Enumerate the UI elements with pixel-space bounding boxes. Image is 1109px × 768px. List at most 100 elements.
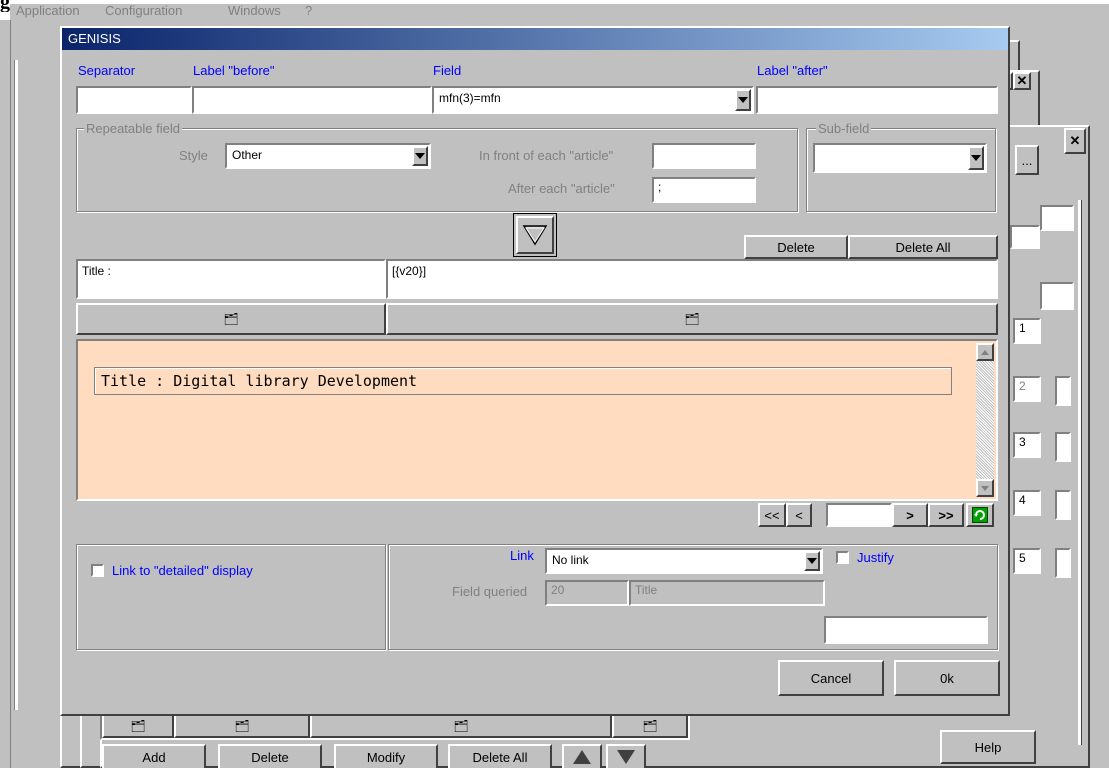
in-front-input[interactable] [652,143,756,169]
properties-icon: 🗂 [130,719,146,733]
bg-help-button[interactable]: Help [940,730,1036,764]
style-combobox[interactable]: Other [225,143,431,169]
justify-checkbox-box[interactable] [836,551,849,564]
nav-page-input[interactable] [826,503,892,527]
ok-button[interactable]: 0k [894,660,1000,696]
triangle-up-icon [573,750,591,764]
properties-icon: 🗂 [684,312,700,326]
bg-delete-all-button[interactable]: Delete All [448,744,552,768]
link-combobox-value: No link [552,553,589,567]
row-expression-input[interactable]: [{v20}] [386,259,998,299]
field-label: Field [433,63,462,78]
chevron-down-icon [807,558,817,564]
menu-item-configuration[interactable]: Configuration [105,3,182,18]
bg-add-button[interactable]: Add [102,744,206,768]
bg-modify-button[interactable]: Modify [334,744,438,768]
bg-field-r3[interactable] [1055,490,1071,520]
bg-col-prop-2[interactable]: 🗂 [174,714,310,738]
label-before-label: Label "before" [193,63,275,78]
preview-area: Title : Digital library Development [76,339,998,501]
refresh-button[interactable] [966,503,994,527]
subfield-combobox-value [816,146,824,150]
close-icon: ✕ [1016,73,1028,88]
bg-number-5[interactable]: 5 [1013,548,1041,574]
refresh-icon [972,507,988,523]
preview-row: Title : Digital library Development [94,367,952,395]
bg-delete-button[interactable]: Delete [218,744,322,768]
scroll-down-button[interactable] [976,479,994,497]
bg-window-right-edge [1078,200,1082,745]
repeatable-field-group-label: Repeatable field [84,121,182,136]
style-label: Style [179,148,208,163]
subfield-combobox[interactable] [813,143,987,173]
nav-prev-button[interactable]: < [786,503,812,527]
left-frame-edge [0,20,11,768]
bg-ellipsis-button[interactable]: ... [1015,145,1039,175]
add-row-button[interactable] [513,213,557,257]
cancel-button[interactable]: Cancel [778,660,884,696]
bg-number-2[interactable]: 2 [1013,376,1041,402]
menu-item-application[interactable]: Application [16,3,80,18]
delete-button[interactable]: Delete [744,235,848,259]
left-frame-line [14,60,18,710]
menu-item-windows[interactable]: Windows [228,3,281,18]
field-combobox-dropdown-button[interactable] [735,89,751,111]
arrow-up-icon [981,349,989,355]
extra-input[interactable] [824,616,988,644]
bg-window-2-close-button[interactable]: ✕ [1013,72,1031,90]
subfield-combobox-dropdown-button[interactable] [968,146,984,170]
scroll-up-button[interactable] [976,343,994,361]
link-detailed-checkbox[interactable]: Link to "detailed" display [91,563,253,578]
subfield-group-label: Sub-field [816,121,872,136]
menu-item-help[interactable]: ? [305,3,312,18]
dialog-title-bar[interactable]: GENISIS [62,28,1008,50]
bg-field-r2[interactable] [1055,432,1071,462]
nav-first-button[interactable]: << [758,503,786,527]
label-properties-button[interactable]: 🗂 [76,303,386,335]
bg-window-3-close-button[interactable]: ✕ [1064,128,1086,154]
justify-checkbox[interactable]: Justify [836,550,894,565]
triangle-down-icon [522,225,548,246]
bg-field-r4[interactable] [1055,548,1071,578]
bg-move-up-button[interactable] [562,744,602,768]
preview-scrollbar[interactable] [976,343,994,497]
label-after-input[interactable] [756,86,998,114]
chevron-down-icon [415,153,425,159]
nav-next-button[interactable]: > [892,503,928,527]
preview-text: Title : Digital library Development [101,372,418,390]
bg-col-prop-4[interactable]: 🗂 [612,714,688,738]
field-queried-label: Field queried [452,584,528,599]
link-combobox-dropdown-button[interactable] [804,551,820,571]
properties-icon: 🗂 [453,719,469,733]
bg-field-c[interactable] [1040,282,1074,310]
bg-col-prop-3[interactable]: 🗂 [310,714,612,738]
bg-field-r1[interactable] [1055,376,1071,406]
field-queried-number-input: 20 [545,580,629,606]
expression-properties-button[interactable]: 🗂 [386,303,998,335]
label-after-label: Label "after" [757,63,828,78]
field-combobox[interactable]: mfn(3)=mfn [432,86,754,114]
link-detailed-checkbox-box[interactable] [91,564,104,577]
link-detailed-label: Link to "detailed" display [112,563,253,578]
field-queried-name-input: Title [629,580,825,606]
chevron-down-icon [971,155,981,161]
delete-all-button[interactable]: Delete All [848,235,998,259]
style-combobox-dropdown-button[interactable] [412,146,428,166]
row-label-input[interactable]: Title : [76,259,386,299]
label-before-input[interactable] [192,86,432,114]
link-combobox[interactable]: No link [545,548,823,574]
link-label: Link [510,548,534,563]
bg-col-prop-1[interactable]: 🗂 [102,714,174,738]
bg-field-b[interactable] [1040,205,1074,231]
nav-last-button[interactable]: >> [928,503,964,527]
detailed-link-group [76,544,386,650]
bg-move-down-button[interactable] [606,744,646,768]
bg-field-a[interactable] [1010,225,1040,249]
after-each-input[interactable]: ; [652,177,756,203]
bg-number-3[interactable]: 3 [1013,432,1041,458]
bg-number-4[interactable]: 4 [1013,490,1041,516]
separator-input[interactable] [76,86,192,114]
bg-number-1[interactable]: 1 [1013,318,1041,344]
chevron-down-icon [738,97,748,103]
separator-label: Separator [78,63,136,78]
